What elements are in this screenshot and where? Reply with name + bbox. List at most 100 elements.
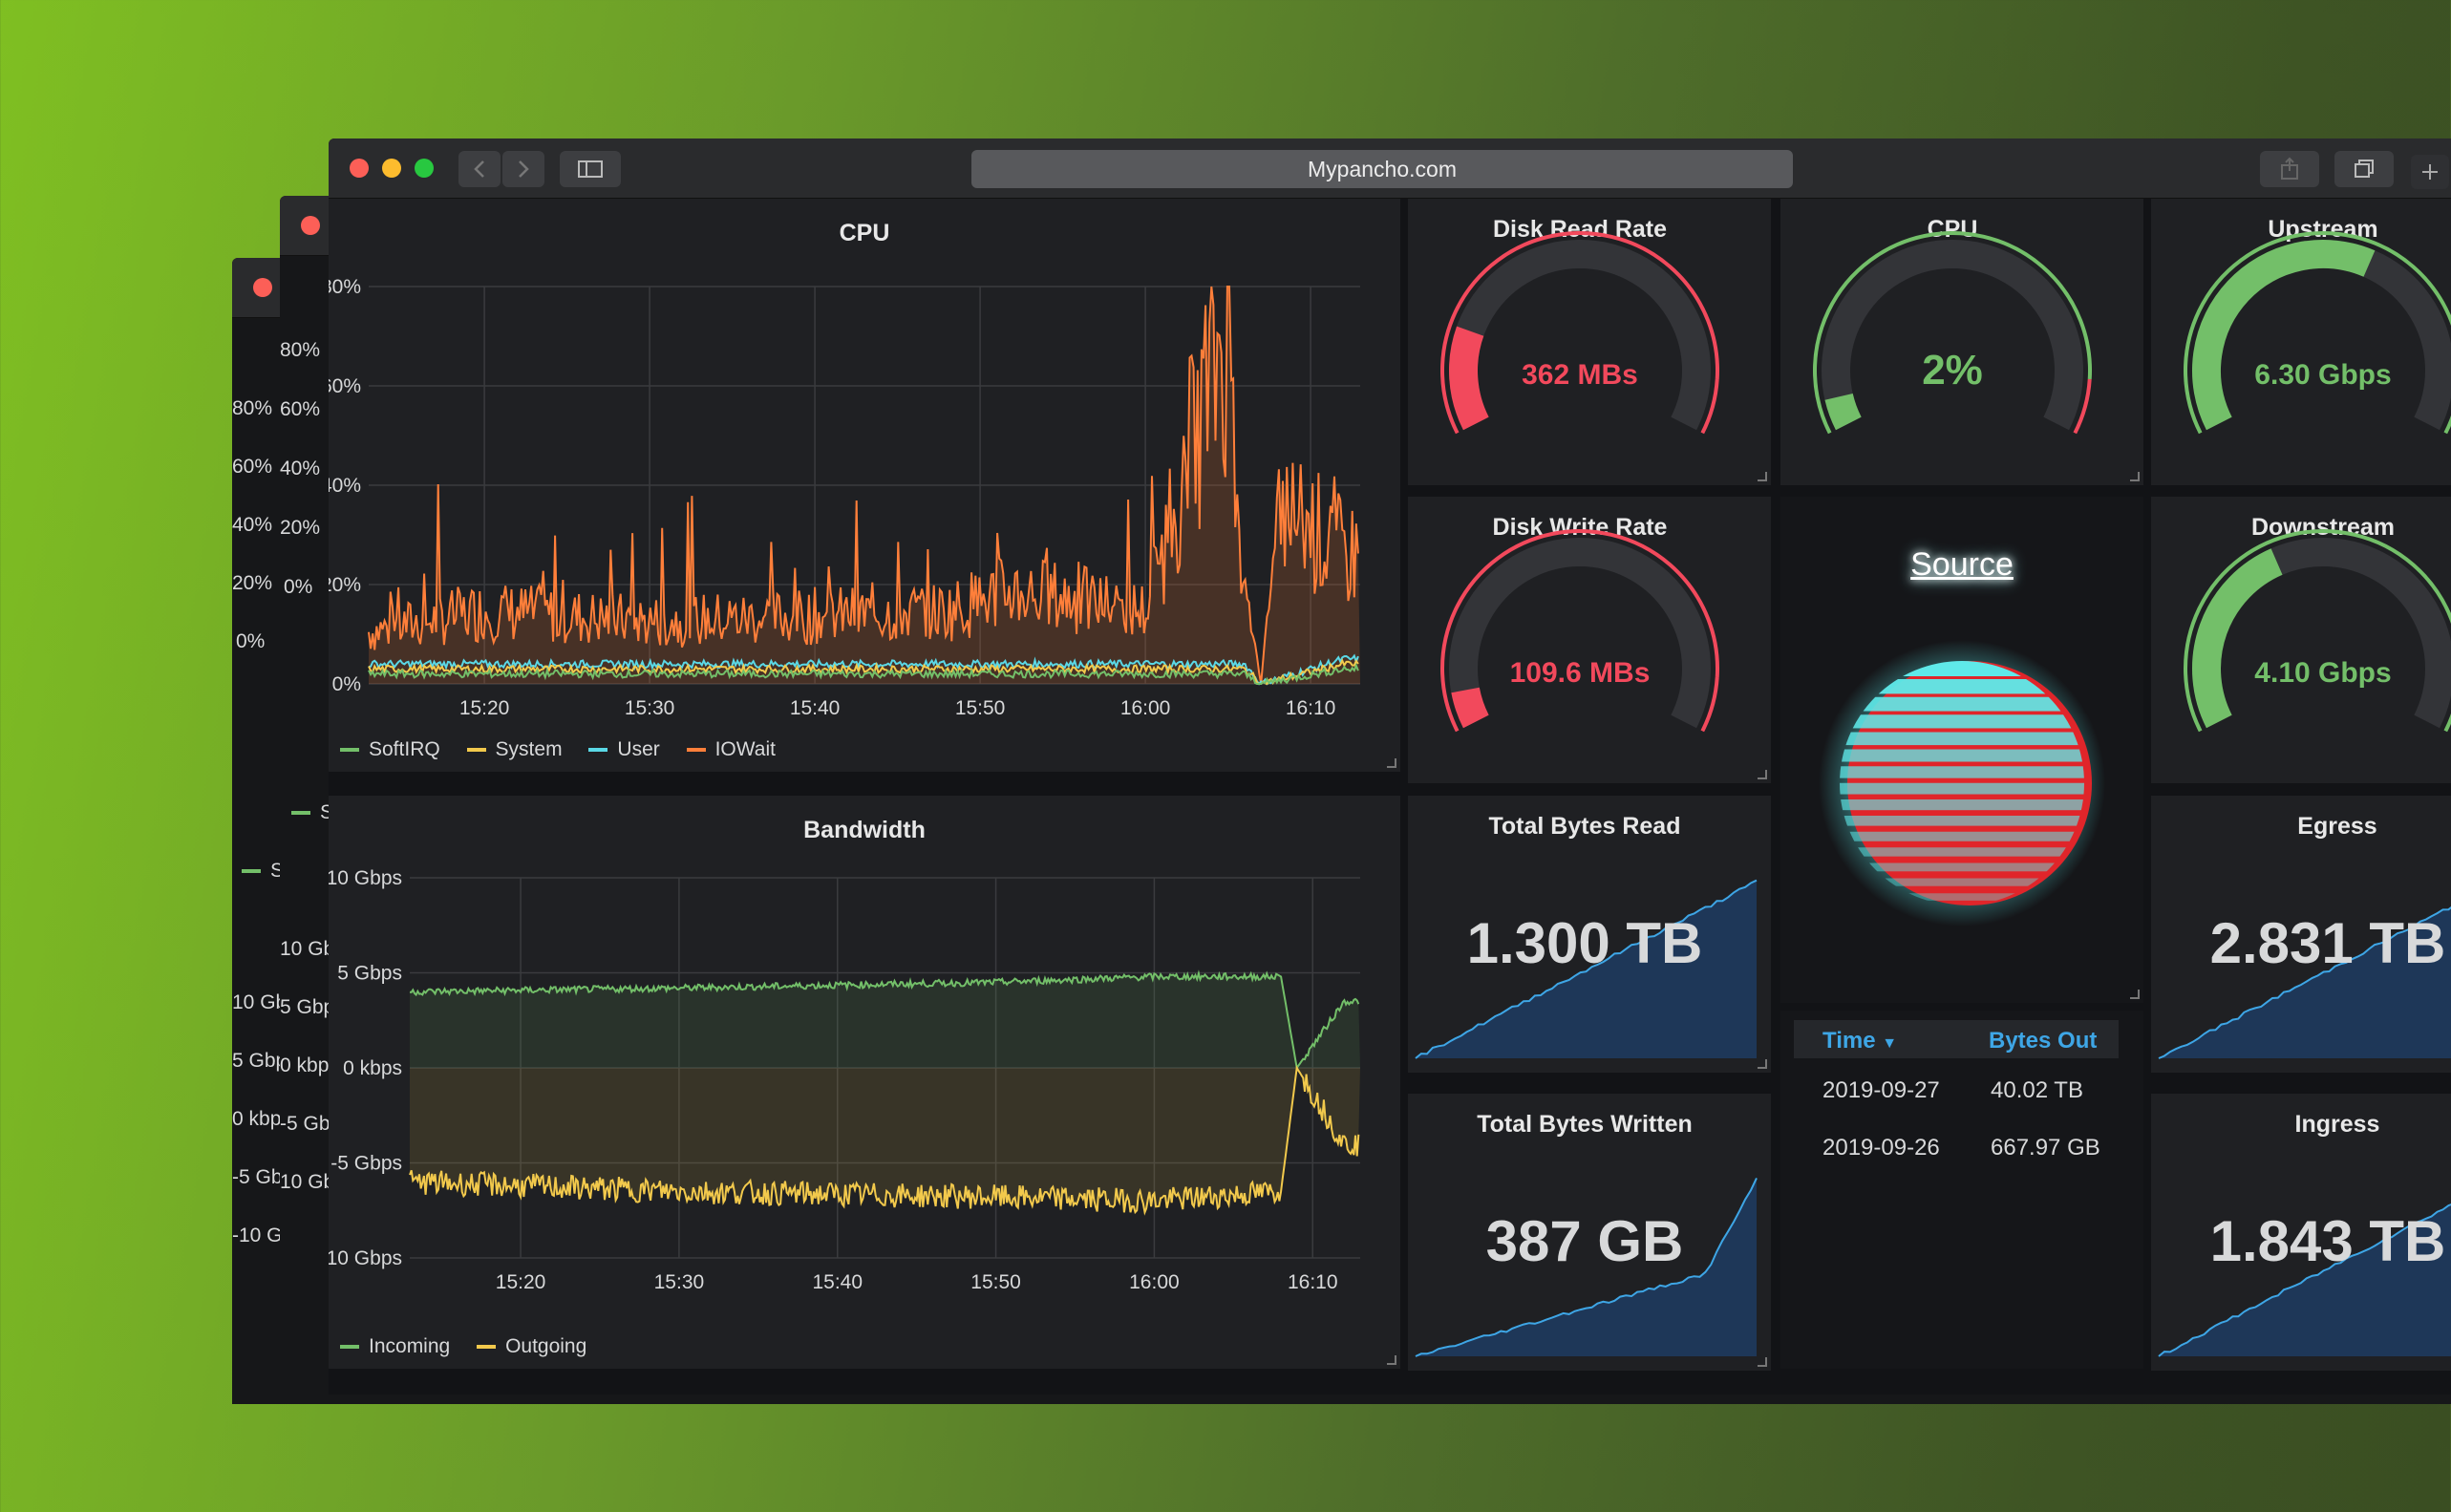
browser-titlebar: Mypancho.com [329, 138, 2451, 199]
resize-handle[interactable] [2130, 472, 2140, 481]
share-button[interactable] [2260, 151, 2319, 187]
address-bar[interactable]: Mypancho.com [971, 150, 1793, 188]
x-tick-label: 15:40 [812, 1271, 863, 1293]
legend-iowait[interactable]: IOWait [686, 738, 776, 761]
tabs-overview-button[interactable] [2334, 151, 2394, 187]
stat-value: 1.843 TB [2209, 1209, 2446, 1273]
sidebar-toggle-button[interactable] [560, 151, 621, 187]
legend-softirq[interactable]: SoftIRQ [340, 738, 440, 761]
resize-handle[interactable] [1758, 1357, 1767, 1367]
downstream-panel: Downstream 4.10 Gbps [2151, 497, 2451, 783]
legend-user[interactable]: User [588, 738, 660, 761]
gauge-value: 109.6 MBs [1510, 657, 1651, 689]
tabs-icon [2355, 160, 2374, 178]
close-icon[interactable] [253, 278, 272, 297]
x-tick-label: 15:20 [459, 697, 510, 719]
resize-handle[interactable] [1387, 1355, 1396, 1365]
gauge-value: 362 MBs [1522, 359, 1638, 391]
x-tick-label: 15:30 [654, 1271, 705, 1293]
legend-system[interactable]: System [466, 738, 563, 761]
plus-icon [2422, 164, 2438, 180]
y-tick-label: 10 Gbps [329, 867, 402, 889]
ghost-tick: 80% [280, 339, 321, 361]
downstream-gauge: 4.10 Gbps [2184, 529, 2451, 733]
stat-value: 387 GB [1485, 1209, 1684, 1273]
y-tick-label: 60% [329, 375, 361, 397]
gauge-value: 2% [1922, 347, 1983, 394]
y-tick-label: 80% [329, 276, 361, 298]
legend-incoming[interactable]: Incoming [340, 1335, 450, 1358]
y-tick-label: 40% [329, 475, 361, 497]
cpu-gauge: 2% [1813, 231, 2092, 435]
resize-handle[interactable] [1387, 758, 1396, 768]
close-icon[interactable] [301, 216, 320, 235]
upstream-gauge: 6.30 Gbps [2184, 231, 2451, 435]
cpu-legend: SoftIRQ System User IOWait [340, 738, 797, 761]
gauge-value-arc [1451, 687, 1489, 729]
forward-button[interactable] [502, 151, 544, 187]
resize-handle[interactable] [1758, 770, 1767, 779]
gauge-track [1449, 538, 1711, 729]
source-panel: Source [1780, 497, 2143, 1003]
ghost-tick: 0% [284, 576, 313, 598]
legend-outgoing[interactable]: Outgoing [477, 1335, 586, 1358]
sun-stripe [1840, 782, 2084, 795]
column-header-bytes-out[interactable]: Bytes Out [1989, 1028, 2097, 1054]
disk-write-rate-panel: Disk Write Rate 109.6 MBs [1408, 497, 1771, 783]
y-tick-label: 0 kbps [343, 1057, 402, 1079]
bandwidth-chart: 10 Gbps 5 Gbps 0 kbps -5 Gbps 10 Gbps 15:20 15… [329, 867, 1360, 1293]
column-header-time[interactable]: Time ▼ [1822, 1028, 1897, 1054]
retro-sun-logo [1819, 640, 2105, 926]
disk-write-gauge: 109.6 MBs [1440, 529, 1719, 733]
x-tick-label: 16:00 [1129, 1271, 1180, 1293]
y-tick-label: 0% [332, 673, 361, 695]
sun-stripe [1840, 799, 2084, 811]
y-tick-label: 20% [329, 574, 361, 596]
resize-handle[interactable] [1758, 1059, 1767, 1069]
maximize-button[interactable] [415, 159, 434, 178]
x-tick-label: 15:30 [625, 697, 675, 719]
dashboard: CPU 0%20%40%60%80%15:2015:3015:4015:5016… [329, 199, 2451, 1395]
disk-read-gauge: 362 MBs [1440, 231, 1719, 435]
back-button[interactable] [458, 151, 501, 187]
stat-value: 1.300 TB [1466, 911, 1703, 975]
sun-stripe [1840, 766, 2084, 778]
resize-handle[interactable] [1758, 472, 1767, 481]
sort-desc-icon: ▼ [1882, 1035, 1898, 1052]
bandwidth-chart-panel: Bandwidth 10 Gbps 5 Gbps 0 kbps -5 Gbps 10 G… [329, 796, 1400, 1369]
table-cell: 40.02 TB [1991, 1077, 2083, 1103]
cpu-gauge-panel: CPU 2% [1780, 199, 2143, 485]
x-tick-label: 15:20 [496, 1271, 546, 1293]
x-tick-label: 16:00 [1120, 697, 1171, 719]
sun-stripe [1840, 749, 2084, 762]
bandwidth-legend: Incoming Outgoing [340, 1335, 607, 1358]
chevron-left-icon [474, 160, 484, 178]
ghost-tick: 40% [280, 458, 321, 479]
cpu-chart: 0% 20% 40% 60% 80% 15:20 15:30 15:40 15:50 16:00 1… [329, 276, 1360, 719]
resize-handle[interactable] [2130, 990, 2140, 999]
egress-panel: Egress 2.831 TB [2151, 796, 2451, 1073]
ghost-tick: 60% [280, 398, 321, 420]
x-tick-label: 15:50 [955, 697, 1006, 719]
new-tab-button[interactable] [2411, 155, 2449, 189]
x-tick-label: 15:40 [790, 697, 841, 719]
y-tick-label: -5 Gbps [330, 1153, 402, 1175]
share-icon [2281, 157, 2298, 180]
bytes-table-panel: Time ▼ Bytes Out 2019-09-27 40.02 TB 201… [1780, 1011, 2143, 1369]
table-cell: 2019-09-27 [1822, 1077, 1940, 1103]
ghost-tick: 0% [236, 630, 266, 652]
stat-value: 2.831 TB [2209, 911, 2446, 975]
ghost-tick: 60% [232, 456, 273, 478]
minimize-button[interactable] [382, 159, 401, 178]
source-link[interactable]: Source [1780, 546, 2143, 584]
ghost-tick: 20% [280, 517, 321, 539]
sidebar-icon [578, 160, 603, 178]
total-bytes-written-panel: Total Bytes Written 387 GB [1408, 1094, 1771, 1371]
outgoing-area [410, 1068, 1360, 1213]
browser-window: Mypancho.com CPU 0%20%40%60%80%15:2015:3… [329, 138, 2451, 1395]
gauge-value: 4.10 Gbps [2254, 657, 2391, 689]
close-button[interactable] [350, 159, 369, 178]
sun-stripe [1840, 831, 2084, 841]
total-bytes-read-panel: Total Bytes Read 1.300 TB [1408, 796, 1771, 1073]
chevron-right-icon [519, 160, 529, 178]
